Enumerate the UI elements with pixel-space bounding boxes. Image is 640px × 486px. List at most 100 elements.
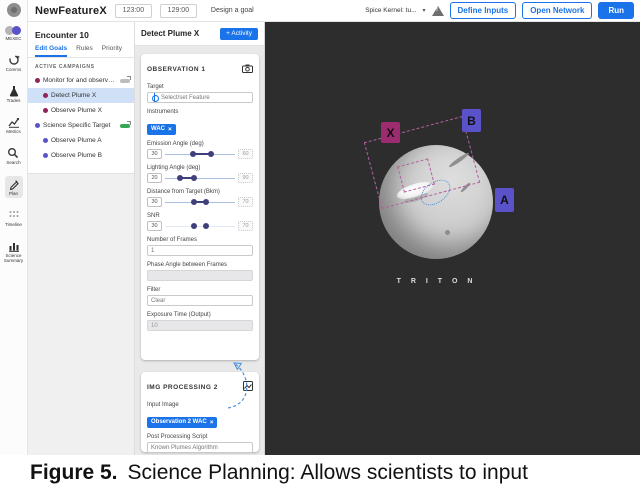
screen: NewFeatureX 123:00 129:00 Design a goal … [0, 0, 640, 486]
range-slider[interactable] [165, 197, 235, 207]
marker-a-badge[interactable]: A [495, 188, 514, 212]
slider-field-distance: Distance from Target (Bkm) 30 70 [147, 189, 253, 207]
encounter-title: Encounter 10 [28, 28, 134, 45]
campaign-bullet-icon [43, 153, 48, 158]
tab-priority[interactable]: Priority [102, 45, 122, 57]
add-activity-button[interactable]: + Activity [220, 28, 258, 40]
instruments-label: Instruments [147, 109, 253, 115]
slider-min-input[interactable]: 20 [147, 173, 162, 183]
instrument-chip-label: WAC [151, 126, 165, 132]
left-icon-rail: MEXEC Comms Trades Metrics Search Plan T… [0, 0, 28, 455]
slider-label: Emission Angle (deg) [147, 141, 253, 147]
frames-input[interactable]: 1 [147, 245, 253, 256]
slider-handle[interactable] [203, 199, 209, 205]
flow-connector-arrow [220, 358, 262, 412]
activity-editor-panel: Detect Plume X + Activity OBSERVATION 1 … [135, 22, 265, 455]
campaign-label: Observe Plume A [51, 137, 130, 144]
warning-icon [432, 6, 444, 16]
slider-handle[interactable] [190, 151, 196, 157]
campaign-label: Monitor for and observe change i [43, 77, 118, 84]
marker-b-badge[interactable]: B [462, 109, 481, 132]
instrument-chip[interactable]: WAC × [147, 124, 176, 135]
tab-rules[interactable]: Rules [76, 45, 93, 57]
timeline-dots-icon [8, 209, 20, 221]
slider-handle[interactable] [203, 223, 209, 229]
range-slider[interactable] [165, 173, 235, 183]
slider-handle[interactable] [208, 151, 214, 157]
slider-handle[interactable] [191, 223, 197, 229]
chip-close-icon[interactable]: × [210, 419, 214, 426]
figure-caption: Figure 5.Science Planning: Allows scient… [0, 455, 640, 486]
post-processing-script-dropdown[interactable]: Known Plumes Algorithm [147, 442, 253, 453]
sidebar-item-timeline[interactable]: Timeline [2, 207, 25, 229]
sidebar-item-metrics[interactable]: Metrics [3, 114, 24, 136]
open-network-button[interactable]: Open Network [522, 2, 592, 19]
spice-kernel-dropdown[interactable]: Spice Kernel: tu... [365, 7, 416, 14]
end-time-input[interactable]: 129:00 [160, 4, 197, 18]
top-bar: NewFeatureX 123:00 129:00 Design a goal … [28, 0, 640, 22]
campaign-row-detect-plume-x[interactable]: Detect Plume X [28, 88, 134, 103]
slider-min-input[interactable]: 30 [147, 149, 162, 159]
marker-x-badge[interactable]: X [381, 122, 400, 143]
slider-max-input[interactable]: 70 [238, 221, 253, 231]
slider-max-input[interactable]: 90 [238, 173, 253, 183]
campaign-row-observe-plume-a[interactable]: Observe Plume A [28, 133, 134, 148]
chip-close-icon[interactable]: × [168, 126, 172, 133]
editor-header: Detect Plume X + Activity [135, 22, 264, 46]
slider-handle[interactable] [191, 175, 197, 181]
run-button[interactable]: Run [598, 2, 634, 19]
campaign-row-monitor[interactable]: Monitor for and observe change i [28, 73, 134, 88]
slider-max-input[interactable]: 60 [238, 149, 253, 159]
encounter-panel: Encounter 10 Edit Goals Rules Priority A… [28, 22, 135, 455]
slider-label: SNR [147, 213, 253, 219]
filter-dropdown[interactable]: Clear [147, 295, 253, 306]
define-inputs-button[interactable]: Define Inputs [450, 2, 517, 19]
campaign-toggle-icon[interactable] [120, 124, 130, 128]
top-bar-actions: Spice Kernel: tu... ▾ Define Inputs Open… [365, 2, 640, 19]
sidebar-item-plan[interactable]: Plan [5, 176, 23, 198]
tab-edit-goals[interactable]: Edit Goals [35, 45, 67, 57]
exposure-input: 10 [147, 320, 253, 331]
caption-text: Science Planning: Allows scientists to i… [128, 461, 528, 484]
slider-label: Distance from Target (Bkm) [147, 189, 253, 195]
slider-handle[interactable] [177, 175, 183, 181]
observation-card: OBSERVATION 1 Target Select/set Feature … [141, 54, 259, 360]
design-goal-label: Design a goal [211, 7, 254, 14]
sidebar-item-science-summary[interactable]: Science Summary [0, 238, 27, 265]
app-title: NewFeatureX [35, 5, 107, 17]
sidebar-item-trades[interactable]: Trades [4, 83, 24, 105]
campaign-toggle-icon[interactable] [120, 79, 130, 83]
slider-handle[interactable] [191, 199, 197, 205]
target-value: Select/set Feature [161, 95, 210, 101]
img-processing-header: IMG PROCESSING 2 [147, 384, 218, 391]
phase-angle-input [147, 270, 253, 281]
simulation-viewport[interactable]: X B A T R I T O N [265, 22, 640, 455]
sidebar-item-search[interactable]: Search [3, 145, 23, 167]
campaign-row-observe-plume-b[interactable]: Observe Plume B [28, 148, 134, 163]
editor-title: Detect Plume X [141, 29, 199, 38]
input-image-chip[interactable]: Observation 2 WAC × [147, 417, 217, 428]
target-dropdown[interactable]: Select/set Feature [147, 92, 253, 103]
sidebar-item-label: Timeline [5, 222, 22, 227]
slider-max-input[interactable]: 70 [238, 197, 253, 207]
campaign-bullet-icon [43, 138, 48, 143]
slider-min-input[interactable]: 30 [147, 197, 162, 207]
range-slider[interactable] [165, 221, 235, 231]
campaign-bullet-icon [43, 93, 48, 98]
exposure-label: Exposure Time (Output) [147, 312, 253, 318]
chevron-down-icon: ▾ [423, 7, 426, 14]
campaign-bullet-icon [35, 78, 40, 83]
filter-label: Filter [147, 287, 253, 293]
campaign-row-observe-plume-x[interactable]: Observe Plume X [28, 103, 134, 118]
body-name-label: T R I T O N [265, 278, 608, 285]
range-slider[interactable] [165, 149, 235, 159]
start-time-input[interactable]: 123:00 [115, 4, 152, 18]
campaign-label: Observe Plume X [51, 107, 130, 114]
sidebar-item-mexec[interactable]: MEXEC [2, 19, 24, 43]
sidebar-item-label: Trades [7, 98, 21, 103]
slider-min-input[interactable]: 30 [147, 221, 162, 231]
sidebar-item-comms[interactable]: Comms [3, 52, 25, 74]
search-icon [7, 147, 19, 159]
campaign-label: Science Specific Target [43, 122, 118, 129]
campaign-row-science-specific-target[interactable]: Science Specific Target [28, 118, 134, 133]
